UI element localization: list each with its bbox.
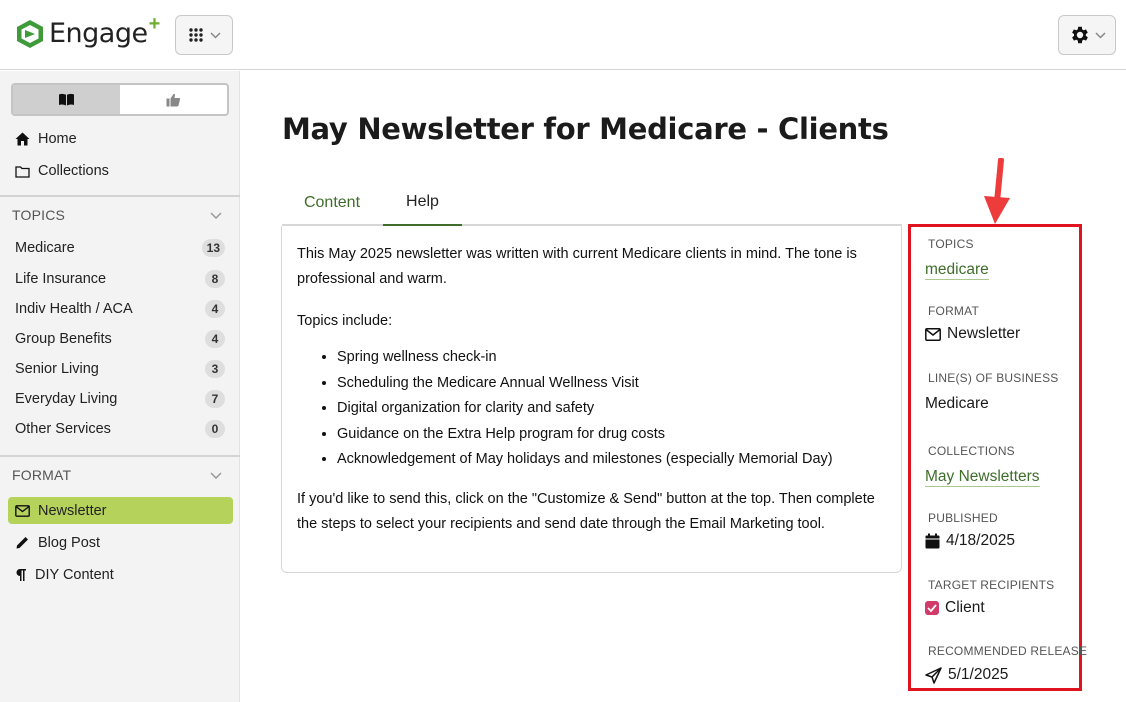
lob-label: LINE(S) OF BUSINESS	[928, 371, 1059, 385]
format-label: DIY Content	[35, 566, 114, 583]
topic-count-badge: 3	[205, 360, 225, 378]
folder-icon	[15, 165, 30, 178]
format-item-diy-content[interactable]: DIY Content	[8, 561, 233, 588]
topic-count-badge: 4	[205, 330, 225, 348]
published-value: 4/18/2025	[925, 532, 1015, 550]
collections-label: Collections	[38, 163, 109, 179]
target-label: TARGET RECIPIENTS	[928, 578, 1055, 592]
engage-logo[interactable]: Engage +	[14, 13, 160, 50]
topics-heading: TOPICS	[12, 207, 66, 223]
help-outro: If you'd like to send this, click on the…	[297, 490, 875, 532]
format-item-newsletter[interactable]: Newsletter	[8, 497, 233, 524]
topic-count-badge: 13	[201, 239, 225, 257]
paper-plane-icon	[925, 666, 942, 684]
collection-link[interactable]: May Newsletters	[925, 467, 1040, 487]
view-toggle	[11, 83, 229, 116]
book-icon	[59, 93, 74, 106]
settings-button[interactable]	[1058, 15, 1116, 55]
topic-label: Indiv Health / ACA	[15, 301, 133, 317]
release-date: 5/1/2025	[948, 666, 1009, 683]
envelope-icon	[15, 504, 30, 517]
list-item: Spring wellness check-in	[337, 345, 886, 371]
topic-count-badge: 8	[205, 270, 225, 288]
topic-count-badge: 7	[205, 390, 225, 408]
red-arrow-icon	[984, 158, 1010, 224]
published-date: 4/18/2025	[946, 532, 1015, 549]
tab-help[interactable]: Help	[383, 180, 462, 227]
format-label: Newsletter	[38, 502, 107, 519]
topic-label: Group Benefits	[15, 331, 112, 347]
lob-value: Medicare	[925, 395, 989, 412]
format-label: Blog Post	[38, 534, 101, 551]
collections-label: COLLECTIONS	[928, 444, 1015, 458]
envelope-icon	[925, 327, 941, 341]
sidebar: Home Collections TOPICS Medicare 13 Life…	[0, 71, 240, 702]
pilcrow-icon	[16, 568, 26, 581]
help-panel: This May 2025 newsletter was written wit…	[281, 226, 902, 573]
help-intro: This May 2025 newsletter was written wit…	[297, 246, 857, 287]
list-item: Guidance on the Extra Help program for d…	[337, 422, 886, 448]
top-bar: Engage +	[0, 0, 1126, 70]
format-value: Newsletter	[925, 325, 1020, 343]
topic-link[interactable]: medicare	[925, 260, 989, 280]
calendar-icon	[925, 533, 940, 549]
topic-label: Life Insurance	[15, 271, 107, 287]
metadata-panel: TOPICS medicare FORMAT Newsletter LINE(S…	[908, 224, 1087, 691]
home-label: Home	[38, 131, 77, 147]
topic-label: Other Services	[15, 421, 111, 437]
topic-item-medicare[interactable]: Medicare 13	[15, 236, 225, 260]
topics-section-header[interactable]: TOPICS	[0, 195, 240, 233]
logo-text: Engage	[49, 18, 148, 49]
chevron-down-icon	[210, 211, 222, 219]
format-label: FORMAT	[928, 304, 979, 318]
topic-item-life-insurance[interactable]: Life Insurance 8	[15, 267, 225, 291]
help-topics-list: Spring wellness check-in Scheduling the …	[337, 345, 886, 473]
topic-item-indiv-health[interactable]: Indiv Health / ACA 4	[15, 297, 225, 321]
release-label: RECOMMENDED RELEASE	[928, 644, 1088, 658]
topic-label: Medicare	[15, 240, 75, 256]
tab-content[interactable]: Content	[282, 180, 382, 226]
hexagon-logo-icon	[17, 20, 43, 48]
published-label: PUBLISHED	[928, 511, 998, 525]
format-heading: FORMAT	[12, 467, 72, 483]
target-value: Client	[925, 599, 985, 617]
home-link[interactable]: Home	[15, 131, 77, 147]
topic-count-badge: 0	[205, 420, 225, 438]
topics-label: TOPICS	[928, 237, 974, 251]
recommended-view-button[interactable]	[120, 85, 227, 114]
topic-label: Senior Living	[15, 361, 99, 377]
topic-item-everyday-living[interactable]: Everyday Living 7	[15, 387, 225, 411]
format-section-header[interactable]: FORMAT	[0, 455, 240, 493]
list-item: Scheduling the Medicare Annual Wellness …	[337, 371, 886, 397]
grid-icon	[188, 28, 203, 42]
chevron-down-icon	[209, 31, 221, 39]
thumbs-up-icon	[166, 93, 181, 106]
library-view-button[interactable]	[13, 85, 120, 114]
apps-menu-button[interactable]	[175, 15, 233, 55]
pencil-icon	[16, 537, 28, 549]
checkbox-checked-icon	[925, 601, 939, 615]
home-icon	[15, 132, 30, 146]
page-title: May Newsletter for Medicare - Clients	[282, 112, 889, 146]
collections-link[interactable]: Collections	[15, 163, 109, 179]
topic-item-group-benefits[interactable]: Group Benefits 4	[15, 327, 225, 351]
topic-count-badge: 4	[205, 300, 225, 318]
help-topics-intro: Topics include:	[297, 313, 393, 329]
topic-item-senior-living[interactable]: Senior Living 3	[15, 357, 225, 381]
logo-plus: +	[148, 12, 161, 35]
chevron-down-icon	[1094, 31, 1106, 39]
list-item: Digital organization for clarity and saf…	[337, 396, 886, 422]
gear-icon	[1071, 26, 1088, 44]
target-text: Client	[945, 599, 985, 616]
topic-item-other-services[interactable]: Other Services 0	[15, 417, 225, 441]
release-value: 5/1/2025	[925, 666, 1008, 684]
content-tabs: Content Help	[282, 180, 902, 227]
topic-label: Everyday Living	[15, 391, 118, 407]
chevron-down-icon	[210, 471, 222, 479]
format-text: Newsletter	[947, 325, 1021, 342]
list-item: Acknowledgement of May holidays and mile…	[337, 447, 886, 473]
format-item-blog-post[interactable]: Blog Post	[8, 529, 233, 556]
topics-value: medicare	[925, 260, 989, 280]
collections-value: May Newsletters	[925, 467, 1040, 487]
